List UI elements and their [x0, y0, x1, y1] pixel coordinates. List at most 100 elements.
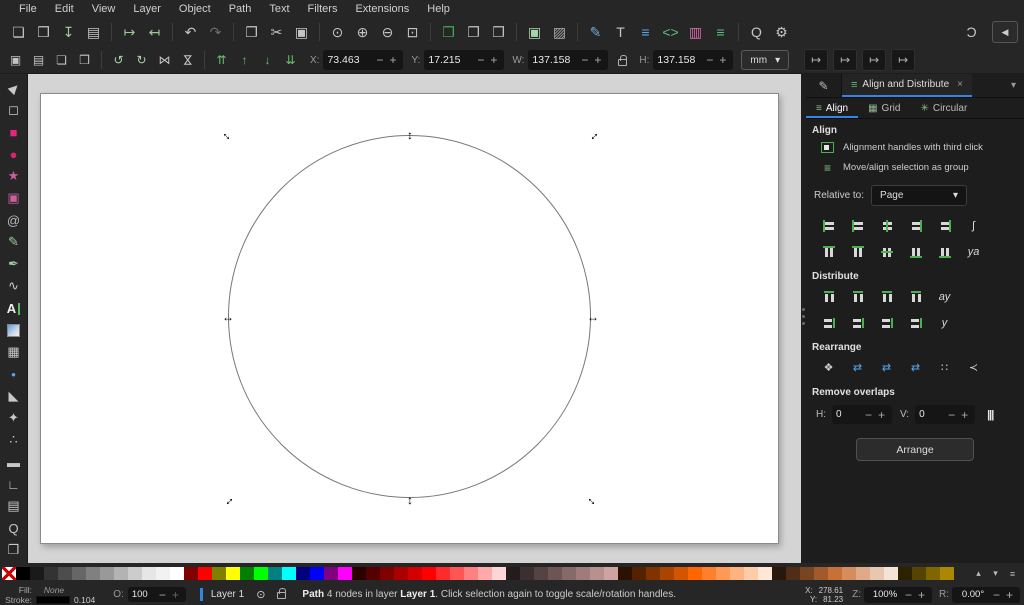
align-top-edges-button[interactable] [843, 241, 872, 263]
undo-icon[interactable]: ↶ [178, 20, 203, 44]
palette-swatch[interactable] [576, 567, 590, 580]
preferences-icon[interactable]: ⚙ [769, 20, 794, 44]
palette-swatch[interactable] [100, 567, 114, 580]
distribute-bottom-edges-button[interactable] [872, 312, 901, 334]
palette-swatch[interactable] [856, 567, 870, 580]
tweak-tool[interactable]: ✦ [2, 407, 26, 429]
text-dialog-icon[interactable]: T [608, 20, 633, 44]
zoom-page-icon[interactable]: ⊖ [375, 20, 400, 44]
height-input[interactable]: 137.158 − + [653, 50, 734, 70]
x-decrement-button[interactable]: − [373, 53, 386, 67]
lower-to-bottom-icon[interactable]: ⇊ [279, 50, 302, 71]
palette-swatch[interactable] [170, 567, 184, 580]
palette-swatch[interactable] [590, 567, 604, 580]
opacity-decrement-button[interactable]: − [156, 588, 169, 602]
select-all-layers-icon[interactable]: ▤ [27, 50, 50, 71]
palette-swatch[interactable] [758, 567, 772, 580]
align-left-to-anchor-right-button[interactable] [930, 215, 959, 237]
palette-swatch[interactable] [814, 567, 828, 580]
palette-swatch[interactable] [898, 567, 912, 580]
paste-icon[interactable]: ▣ [289, 20, 314, 44]
selector-tool[interactable]: ▶ [2, 77, 26, 99]
exchange-selection-order-button[interactable]: ⇄ [843, 357, 872, 379]
align-right-edges-button[interactable] [901, 215, 930, 237]
menu-item[interactable]: File [10, 3, 46, 15]
ellipse-tool[interactable]: ● [2, 143, 26, 165]
ellipse-shape[interactable] [228, 135, 591, 498]
menu-item[interactable]: Extensions [346, 3, 418, 15]
palette-swatch[interactable] [786, 567, 800, 580]
remove-overlaps-icon[interactable]: ||| [987, 409, 994, 421]
move-as-group-toggle[interactable]: ≡ Move/align selection as group [806, 157, 1024, 178]
measure-tool[interactable]: ▤ [2, 495, 26, 517]
palette-swatch[interactable] [156, 567, 170, 580]
palette-swatch[interactable] [646, 567, 660, 580]
raise-to-top-icon[interactable]: ⇈ [210, 50, 233, 71]
palette-swatch[interactable] [72, 567, 86, 580]
save-icon[interactable]: ↧ [56, 20, 81, 44]
rotate-cw-icon[interactable]: ↻ [130, 50, 153, 71]
palette-swatch[interactable] [282, 567, 296, 580]
selection-handle-s[interactable]: ↕ [407, 494, 413, 506]
distribute-centers-vertically-button[interactable] [843, 312, 872, 334]
move-patterns-toggle[interactable]: ↦ [891, 49, 916, 71]
h-gap-increment-button[interactable]: + [875, 408, 888, 422]
palette-swatch[interactable] [268, 567, 282, 580]
scale-corners-toggle[interactable]: ↦ [833, 49, 858, 71]
palette-swatch[interactable] [884, 567, 898, 580]
menu-item[interactable]: Path [220, 3, 261, 15]
selection-handle-e[interactable]: ↔ [587, 311, 599, 323]
v-gap-decrement-button[interactable]: − [945, 408, 958, 422]
close-icon[interactable]: × [957, 79, 963, 90]
panel-resize-handle[interactable] [801, 74, 806, 563]
alignment-handles-toggle[interactable]: Alignment handles with third click [806, 138, 1024, 157]
distribute-centers-horizontally-button[interactable] [843, 286, 872, 308]
snap-bar-collapse-button[interactable]: ◀ [992, 21, 1018, 43]
fill-stroke-dialog-icon[interactable]: ✎ [583, 20, 608, 44]
tab-align[interactable]: ≡ Align [806, 98, 858, 118]
selection-handle-w[interactable]: ↔ [222, 311, 234, 323]
align-bottom-to-anchor-top-button[interactable] [814, 241, 843, 263]
lock-aspect-ratio-icon[interactable] [618, 54, 628, 66]
paint-bucket-tool[interactable]: ◣ [2, 385, 26, 407]
palette-swatch[interactable] [716, 567, 730, 580]
exchange-clockwise-button[interactable]: ⇄ [901, 357, 930, 379]
document-properties-icon[interactable]: ▥ [683, 20, 708, 44]
palette-scroll-up[interactable]: ▴ [971, 566, 986, 581]
palette-swatch[interactable] [562, 567, 576, 580]
spiral-tool[interactable]: @ [2, 209, 26, 231]
palette-swatch[interactable] [604, 567, 618, 580]
palette-swatch[interactable] [478, 567, 492, 580]
connector-tool[interactable]: ∟ [2, 473, 26, 495]
palette-swatch[interactable] [730, 567, 744, 580]
snap-toggle-icon[interactable]: Ɔ [959, 20, 984, 44]
tab-circular[interactable]: ✳ Circular [910, 98, 977, 118]
palette-swatch[interactable] [394, 567, 408, 580]
open-document-icon[interactable]: ❒ [31, 20, 56, 44]
palette-swatch[interactable] [58, 567, 72, 580]
palette-swatch[interactable] [296, 567, 310, 580]
palette-swatch[interactable] [506, 567, 520, 580]
palette-swatch[interactable] [520, 567, 534, 580]
zoom-tool[interactable]: Q [2, 517, 26, 539]
rectangle-tool[interactable]: ■ [2, 121, 26, 143]
pages-tool[interactable]: ❐ [2, 539, 26, 561]
move-gradients-toggle[interactable]: ↦ [862, 49, 887, 71]
palette-swatch[interactable] [226, 567, 240, 580]
palette-swatch[interactable] [30, 567, 44, 580]
palette-swatch[interactable] [212, 567, 226, 580]
graph-layout-button[interactable]: ❖ [814, 357, 843, 379]
palette-swatch[interactable] [618, 567, 632, 580]
palette-swatch[interactable] [422, 567, 436, 580]
y-decrement-button[interactable]: − [474, 53, 487, 67]
palette-swatch[interactable] [408, 567, 422, 580]
width-input[interactable]: 137.158 − + [528, 50, 609, 70]
palette-swatch[interactable] [240, 567, 254, 580]
menu-item[interactable]: Edit [46, 3, 83, 15]
palette-swatch[interactable] [16, 567, 30, 580]
create-clone-icon[interactable]: ❐ [461, 20, 486, 44]
node-tool[interactable]: ◻ [2, 99, 26, 121]
box3d-tool[interactable]: ▣ [2, 187, 26, 209]
pencil-tool[interactable]: ✎ [2, 231, 26, 253]
palette-none-swatch[interactable] [2, 567, 16, 580]
